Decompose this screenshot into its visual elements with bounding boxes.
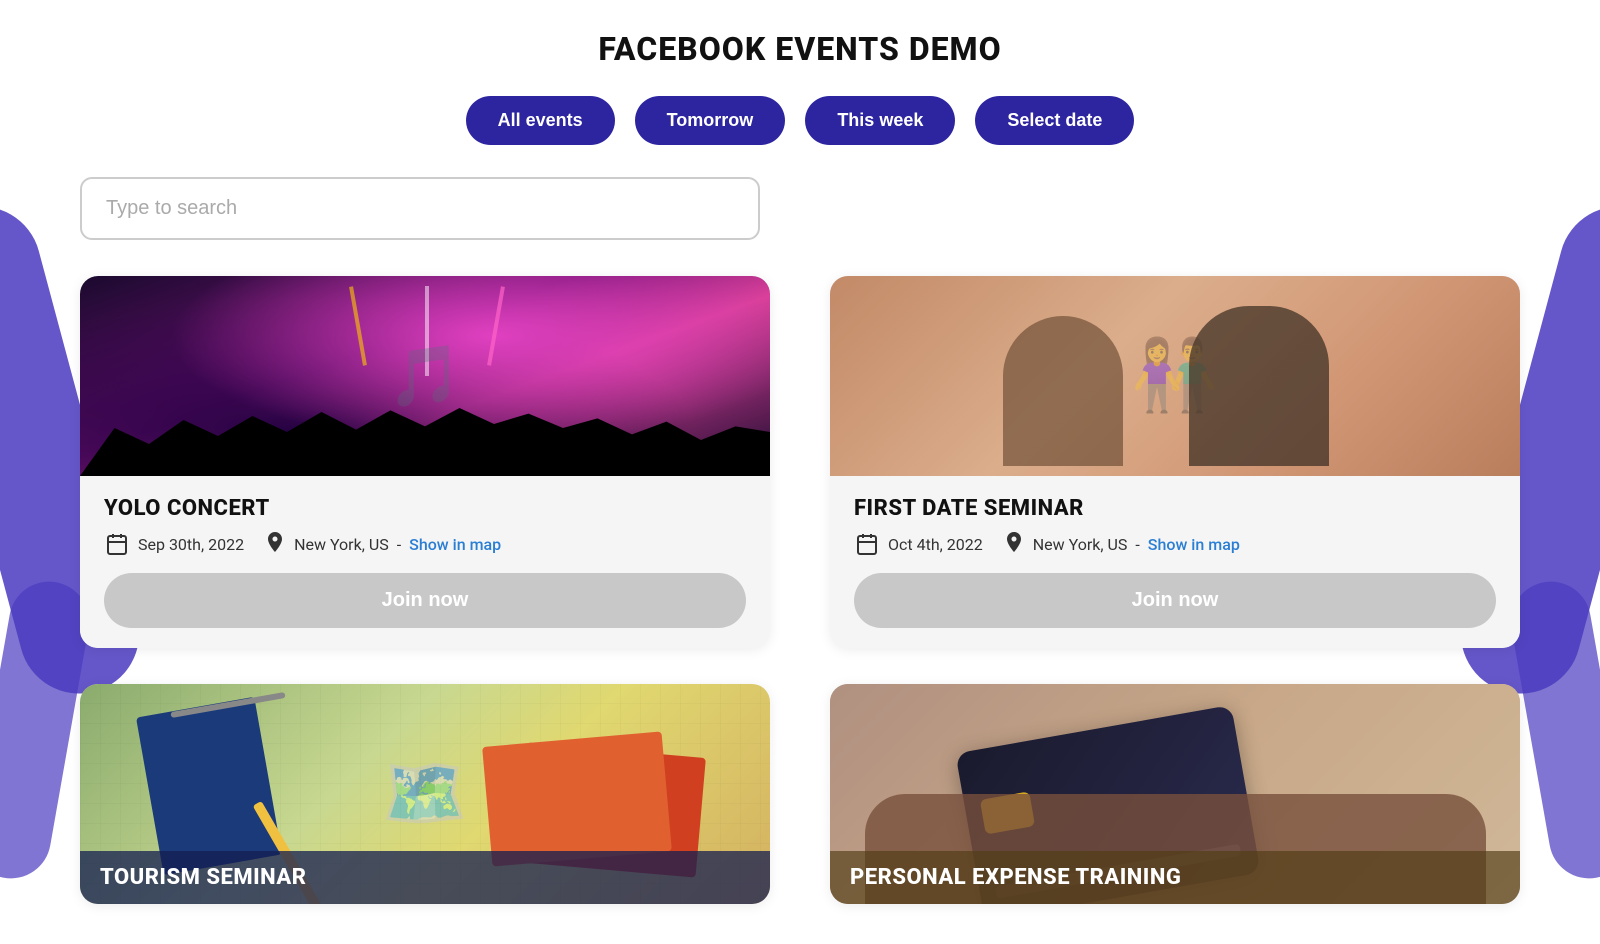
event-title-concert: YOLO CONCERT [104, 496, 746, 521]
events-grid: YOLO CONCERT Sep 30th, 2022 [80, 276, 1520, 904]
event-location-seminar: New York, US - Show in map [1003, 533, 1240, 555]
event-location-text-seminar: New York, US [1033, 535, 1128, 554]
filter-this-week[interactable]: This week [805, 96, 955, 145]
show-in-map-seminar[interactable]: Show in map [1148, 535, 1240, 554]
location-icon-seminar [1003, 533, 1025, 555]
filter-select-date[interactable]: Select date [975, 96, 1134, 145]
event-date-seminar: Oct 4th, 2022 [854, 531, 983, 557]
event-card-seminar: FIRST DATE SEMINAR Oct 4th, 2022 [830, 276, 1520, 648]
event-meta-seminar: Oct 4th, 2022 New York, US - Show in map [854, 531, 1496, 557]
bottom-card-title-expense: PERSONAL EXPENSE TRAINING [830, 851, 1520, 904]
event-meta-concert: Sep 30th, 2022 New York, US - Show in ma… [104, 531, 746, 557]
event-date-text-concert: Sep 30th, 2022 [138, 535, 244, 554]
event-image-tourism: TOURISM SEMINAR [80, 684, 770, 904]
filter-tomorrow[interactable]: Tomorrow [635, 96, 786, 145]
event-image-seminar [830, 276, 1520, 476]
calendar-icon-seminar [854, 531, 880, 557]
event-card-expense: PERSONAL EXPENSE TRAINING [830, 684, 1520, 904]
show-in-map-concert[interactable]: Show in map [409, 535, 501, 554]
event-card-body-seminar: FIRST DATE SEMINAR Oct 4th, 2022 [830, 476, 1520, 648]
location-icon-concert [264, 533, 286, 555]
join-button-concert[interactable]: Join now [104, 573, 746, 628]
event-card-yolo-concert: YOLO CONCERT Sep 30th, 2022 [80, 276, 770, 648]
event-image-concert [80, 276, 770, 476]
event-image-expense: PERSONAL EXPENSE TRAINING [830, 684, 1520, 904]
search-bar-wrapper [80, 177, 1520, 240]
join-button-seminar[interactable]: Join now [854, 573, 1496, 628]
search-input[interactable] [80, 177, 760, 240]
separator-seminar: - [1135, 535, 1139, 554]
calendar-icon-concert [104, 531, 130, 557]
bottom-card-title-tourism: TOURISM SEMINAR [80, 851, 770, 904]
event-card-body-concert: YOLO CONCERT Sep 30th, 2022 [80, 476, 770, 648]
event-date-concert: Sep 30th, 2022 [104, 531, 244, 557]
event-location-text-concert: New York, US [294, 535, 389, 554]
event-title-seminar: FIRST DATE SEMINAR [854, 496, 1496, 521]
filter-bar: All events Tomorrow This week Select dat… [80, 96, 1520, 145]
event-date-text-seminar: Oct 4th, 2022 [888, 535, 983, 554]
separator-concert: - [397, 535, 401, 554]
filter-all-events[interactable]: All events [466, 96, 615, 145]
page-title: FACEBOOK EVENTS DEMO [80, 30, 1520, 68]
event-location-concert: New York, US - Show in map [264, 533, 501, 555]
event-card-tourism: TOURISM SEMINAR [80, 684, 770, 904]
